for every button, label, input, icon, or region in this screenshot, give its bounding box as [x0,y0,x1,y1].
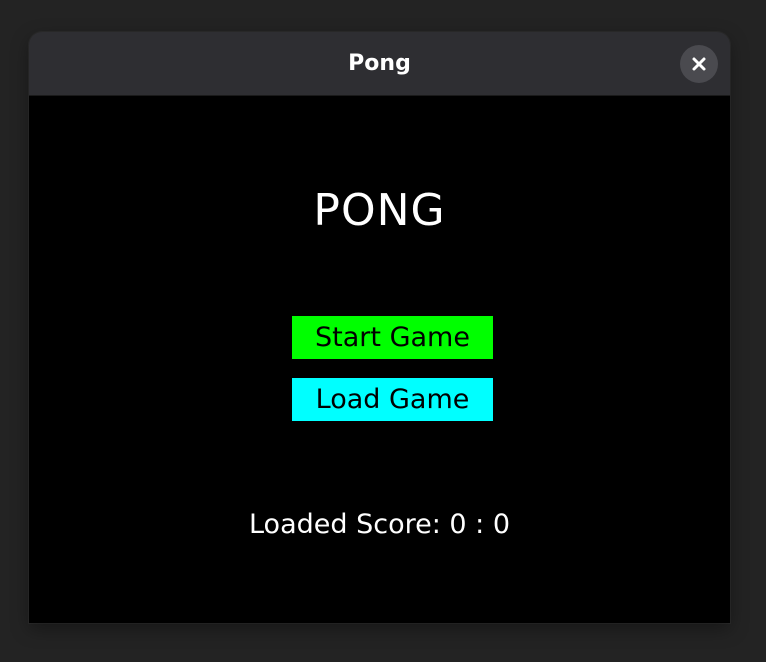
load-game-button[interactable]: Load Game [292,378,493,421]
game-canvas[interactable]: PONG Start Game Load Game Loaded Score: … [29,96,730,623]
window-titlebar[interactable]: Pong [29,32,730,96]
window-title: Pong [348,51,411,76]
app-window: Pong PONG Start Game Load Game Loaded Sc… [29,32,730,623]
close-icon [692,57,706,71]
start-game-button[interactable]: Start Game [292,316,493,359]
game-title: PONG [313,185,446,236]
close-button[interactable] [680,45,718,83]
loaded-score-text: Loaded Score: 0 : 0 [248,509,511,540]
